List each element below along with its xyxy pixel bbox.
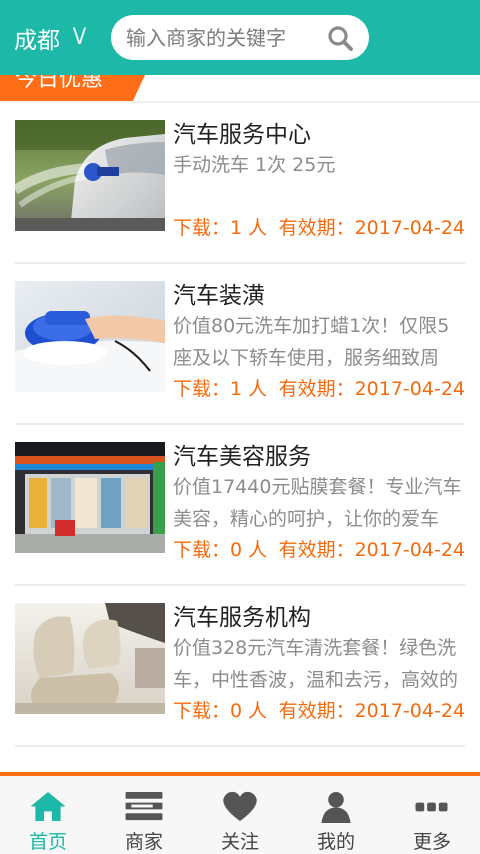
city-name: 成都 <box>14 27 60 54</box>
deal-title: 汽车装潢 <box>173 283 265 309</box>
deal-item[interactable]: 汽车装潢 价值80元洗车加打蜡1次！仅限5座及以下轿车使用，服务细致周 下载：1… <box>15 264 465 425</box>
user-icon <box>321 791 351 823</box>
valid-date: 有效期：2017-04-24 <box>278 700 465 722</box>
store-list-icon <box>125 791 163 821</box>
deal-item[interactable]: 汽车服务机构 价值328元汽车清洗套餐！绿色洗车，中性香波，温和去污，高效的 下… <box>15 586 465 747</box>
download-count: 下载：1 人 <box>173 217 268 239</box>
chevron-down-icon: V <box>72 25 87 50</box>
tab-label: 更多 <box>412 831 451 853</box>
tab-follow[interactable]: 关注 <box>192 776 288 854</box>
deal-meta: 下载：0 人 有效期：2017-04-24 <box>173 535 465 562</box>
tab-more[interactable]: 更多 <box>384 776 480 854</box>
deal-meta: 下载：0 人 有效期：2017-04-24 <box>173 696 465 723</box>
home-icon <box>30 791 66 822</box>
deal-item[interactable]: 汽车服务中心 手动洗车 1次 25元 下载：1 人 有效期：2017-04-24 <box>15 103 465 264</box>
tab-label: 首页 <box>28 831 67 853</box>
deal-meta: 下载：1 人 有效期：2017-04-24 <box>173 213 465 240</box>
deal-meta: 下载：1 人 有效期：2017-04-24 <box>173 374 465 401</box>
download-count: 下载：1 人 <box>173 378 268 400</box>
car-polishing-photo <box>15 281 165 392</box>
download-count: 下载：0 人 <box>173 700 268 722</box>
more-dots-icon <box>415 802 448 812</box>
deal-description: 价值328元汽车清洗套餐！绿色洗车，中性香波，温和去污，高效的 <box>173 637 459 691</box>
search-icon[interactable] <box>327 25 353 51</box>
section-tag: 今日优惠 <box>0 75 145 103</box>
tab-stores[interactable]: 商家 <box>96 776 192 854</box>
tab-mine[interactable]: 我的 <box>288 776 384 854</box>
deal-title: 汽车服务机构 <box>173 605 311 631</box>
car-interior-photo <box>15 603 165 714</box>
car-beauty-shop-photo <box>15 442 165 553</box>
tab-label: 关注 <box>220 831 259 853</box>
deal-title: 汽车美容服务 <box>173 444 311 470</box>
deal-title: 汽车服务中心 <box>173 122 311 148</box>
deal-description: 手动洗车 1次 25元 <box>173 154 336 176</box>
section-title: 今日优惠 <box>15 75 104 92</box>
city-selector[interactable]: 成都 V <box>14 21 87 55</box>
search-box[interactable] <box>111 15 369 60</box>
tab-label: 我的 <box>316 831 355 853</box>
heart-icon <box>223 791 257 822</box>
top-header: 成都 V <box>0 0 480 75</box>
deal-description: 价值17440元贴膜套餐！专业汽车美容，精心的呵护，让你的爱车 <box>173 476 462 530</box>
tab-home[interactable]: 首页 <box>0 776 96 854</box>
bottom-tab-bar: 首页 商家 关注 我的 更多 <box>0 776 480 854</box>
search-input[interactable] <box>126 17 316 58</box>
tab-label: 商家 <box>124 831 163 853</box>
deal-item[interactable]: 汽车美容服务 价值17440元贴膜套餐！专业汽车美容，精心的呵护，让你的爱车 下… <box>15 425 465 586</box>
car-wash-photo <box>15 120 165 231</box>
valid-date: 有效期：2017-04-24 <box>278 539 465 561</box>
valid-date: 有效期：2017-04-24 <box>278 217 465 239</box>
deal-description: 价值80元洗车加打蜡1次！仅限5座及以下轿车使用，服务细致周 <box>173 315 450 369</box>
valid-date: 有效期：2017-04-24 <box>278 378 465 400</box>
download-count: 下载：0 人 <box>173 539 268 561</box>
